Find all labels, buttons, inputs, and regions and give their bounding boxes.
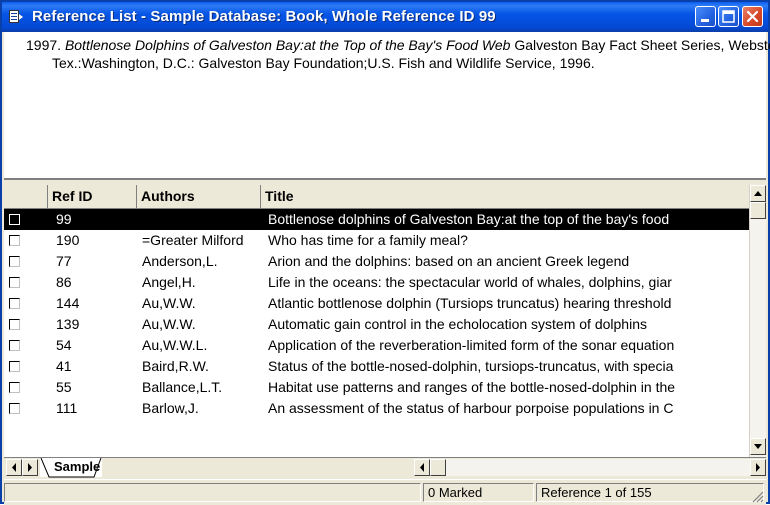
citation-text: 1997. Bottlenose Dolphins of Galveston B… — [26, 36, 770, 72]
scroll-up-button[interactable] — [750, 185, 766, 202]
authors-cell: Baird,R.W. — [142, 358, 209, 374]
ref-id-cell: 99 — [56, 211, 72, 227]
scroll-right-button[interactable] — [750, 459, 766, 476]
title-cell: Bottlenose dolphins of Galveston Bay:at … — [268, 211, 670, 227]
authors-cell — [142, 209, 264, 230]
column-header-ref-id[interactable]: Ref ID — [48, 185, 137, 208]
sheet-tab-label: Sample — [54, 459, 101, 474]
mark-checkbox[interactable] — [9, 319, 20, 330]
title-cell: An assessment of the status of harbour p… — [268, 400, 674, 416]
mark-checkbox[interactable] — [9, 361, 20, 372]
arrow-left-icon — [420, 463, 424, 472]
title-cell: Arion and the dolphins: based on an anci… — [268, 253, 630, 269]
scroll-thumb[interactable] — [750, 202, 766, 219]
ref-id-cell: 41 — [56, 358, 72, 374]
title-cell: Life in the oceans: the spectacular worl… — [268, 274, 672, 290]
window-title: Reference List - Sample Database: Book, … — [32, 8, 496, 25]
app-document-icon[interactable] — [8, 10, 23, 24]
status-panel-empty — [4, 483, 421, 502]
ref-id-cell: 144 — [56, 295, 80, 311]
title-cell: Habitat use patterns and ranges of the b… — [268, 379, 676, 395]
horizontal-scrollbar[interactable] — [414, 459, 766, 476]
mark-checkbox[interactable] — [9, 382, 20, 393]
mark-checkbox[interactable] — [9, 256, 20, 267]
title-bar[interactable]: Reference List - Sample Database: Book, … — [2, 2, 768, 32]
authors-cell: =Greater Milford — [142, 232, 244, 248]
citation-year: 1997. — [26, 37, 62, 53]
table-row[interactable]: 139 Au,W.W. Automatic gain control in the … — [4, 314, 749, 335]
authors-cell: Barlow,J. — [142, 400, 199, 416]
horizontal-scroll-thumb[interactable] — [430, 459, 446, 476]
table-row[interactable]: 77 Anderson,L. Arion and the dolphins: bas… — [4, 251, 749, 272]
reference-position: Reference 1 of 155 — [536, 483, 764, 502]
minimize-button[interactable] — [695, 6, 716, 27]
status-bar: 0 Marked Reference 1 of 155 — [4, 479, 766, 505]
close-icon — [746, 10, 759, 23]
arrow-left-icon — [12, 463, 16, 472]
mark-checkbox[interactable] — [9, 298, 20, 309]
citation-title: Bottlenose Dolphins of Galveston Bay:at … — [64, 37, 511, 53]
ref-id-cell: 55 — [56, 379, 72, 395]
maximize-button[interactable] — [718, 6, 739, 27]
arrow-down-icon — [754, 444, 762, 449]
table-row[interactable]: 144 Au,W.W. Atlantic bottlenose dolphin (T… — [4, 293, 749, 314]
authors-cell: Au,W.W. — [142, 316, 196, 332]
tab-scroll-right-button[interactable] — [22, 459, 38, 476]
table-row[interactable]: 55 Ballance,L.T. Habitat use patterns and … — [4, 377, 749, 398]
arrow-right-icon — [28, 463, 32, 472]
close-button[interactable] — [742, 6, 763, 27]
sheet-tab-sample[interactable]: Sample — [40, 458, 102, 478]
table-row[interactable]: 86 Angel,H. Life in the oceans: the specta… — [4, 272, 749, 293]
column-header-mark[interactable] — [4, 185, 48, 208]
authors-cell: Ballance,L.T. — [142, 379, 223, 395]
table-row[interactable]: 41 Baird,R.W. Status of the bottle-nosed-d… — [4, 356, 749, 377]
ref-id-cell: 139 — [56, 316, 80, 332]
title-cell: Automatic gain control in the echolocati… — [268, 316, 647, 332]
ref-id-cell: 54 — [56, 337, 72, 353]
column-header-authors[interactable]: Authors — [137, 185, 261, 208]
scroll-left-button[interactable] — [414, 459, 430, 476]
ref-id-cell: 111 — [56, 400, 78, 416]
mark-checkbox[interactable] — [9, 277, 20, 288]
scroll-down-button[interactable] — [750, 438, 766, 455]
vertical-scrollbar[interactable] — [749, 185, 766, 457]
reference-table[interactable]: Ref ID Authors Title 99 Bottlenose dolphi… — [4, 185, 749, 457]
title-cell: Who has time for a family meal? — [268, 232, 468, 248]
title-cell: Status of the bottle-nosed-dolphin, turs… — [268, 358, 674, 374]
authors-cell: Angel,H. — [142, 274, 196, 290]
mark-checkbox[interactable] — [9, 403, 20, 414]
sheet-tab-bar: Sample — [4, 457, 766, 478]
table-row[interactable]: 111 Barlow,J. An assessment of the status … — [4, 398, 749, 419]
citation-preview[interactable]: 1997. Bottlenose Dolphins of Galveston B… — [4, 32, 770, 180]
authors-cell: Anderson,L. — [142, 253, 218, 269]
table-row-selected[interactable]: 99 Bottlenose dolphins of Galveston Bay:a… — [4, 209, 749, 230]
reference-list-window: Reference List - Sample Database: Book, … — [0, 0, 770, 505]
title-cell: Application of the reverberation-limited… — [268, 337, 675, 353]
mark-checkbox[interactable] — [9, 340, 20, 351]
column-header-title[interactable]: Title — [261, 185, 749, 208]
resize-grip-icon[interactable] — [752, 491, 764, 503]
authors-cell: Au,W.W.L. — [142, 337, 208, 353]
table-row[interactable]: 54 Au,W.W.L. Application of the reverberat… — [4, 335, 749, 356]
mark-checkbox[interactable] — [9, 235, 20, 246]
table-row[interactable]: 190 =Greater Milford Who has time for a fa… — [4, 230, 749, 251]
arrow-right-icon — [756, 463, 760, 472]
marked-count: 0 Marked — [423, 483, 534, 502]
minimize-icon — [701, 19, 709, 22]
tab-scroll-left-button[interactable] — [6, 459, 22, 476]
table-header: Ref ID Authors Title — [4, 185, 749, 209]
authors-cell: Au,W.W. — [142, 295, 196, 311]
maximize-icon — [722, 10, 735, 23]
arrow-up-icon — [754, 191, 762, 196]
mark-checkbox[interactable] — [9, 214, 20, 225]
ref-id-cell: 86 — [56, 274, 72, 290]
ref-id-cell: 77 — [56, 253, 72, 269]
title-cell: Atlantic bottlenose dolphin (Tursiops tr… — [268, 295, 672, 311]
ref-id-cell: 190 — [56, 232, 80, 248]
